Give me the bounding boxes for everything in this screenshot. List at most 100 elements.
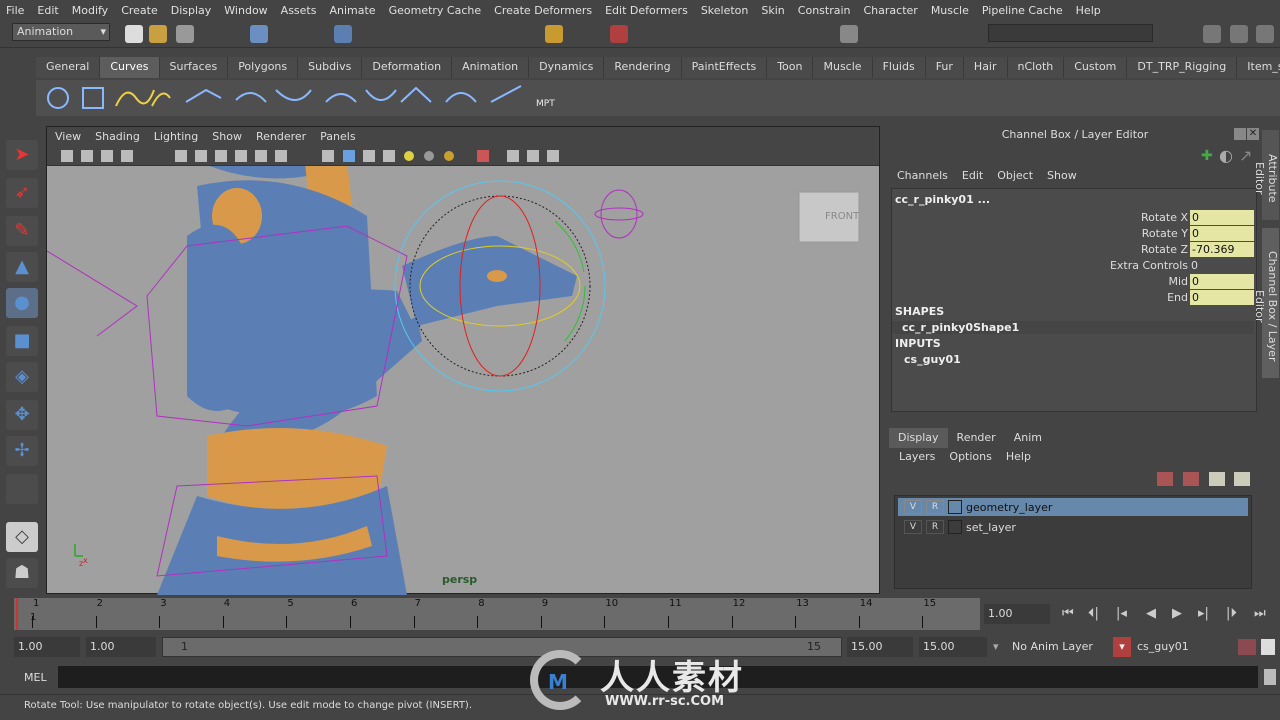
shelf-tab-hair[interactable]: Hair (963, 57, 1008, 78)
cb-menu-channels[interactable]: Channels (897, 169, 948, 182)
range-slider[interactable]: 1 15 (162, 637, 842, 657)
tab-channel-box-layer-editor[interactable]: Channel Box / Layer Editor (1253, 228, 1279, 378)
shelf-tab-fur[interactable]: Fur (925, 57, 964, 78)
menu-create-deformers[interactable]: Create Deformers (494, 4, 592, 17)
channel-value[interactable]: 0 (1190, 289, 1254, 305)
shelf-tab-dt-trp-rigging[interactable]: DT_TRP_Rigging (1127, 57, 1238, 78)
go-to-end-icon[interactable]: ⏭ (1254, 606, 1266, 621)
new-scene-icon[interactable] (125, 25, 143, 43)
viewport-menu-renderer[interactable]: Renderer (256, 130, 306, 143)
shelf-tab-fluids[interactable]: Fluids (872, 57, 926, 78)
shelf-tab-custom[interactable]: Custom (1064, 57, 1128, 78)
viewport-menu-panels[interactable]: Panels (320, 130, 355, 143)
snap-grid-icon[interactable] (334, 25, 352, 43)
cb-menu-object[interactable]: Object (997, 169, 1033, 182)
shape-node[interactable]: cc_r_pinky0Shape1 (892, 321, 1254, 334)
menu-geometry-cache[interactable]: Geometry Cache (389, 4, 482, 17)
current-time-field[interactable]: 1.00 (984, 604, 1050, 624)
time-slider[interactable]: 1 2 3 4 5 6 7 8 9 10 11 12 13 14 15 (14, 598, 980, 630)
reference-toggle[interactable]: R (926, 500, 944, 514)
perspective-viewport[interactable]: View Shading Lighting Show Renderer Pane… (46, 126, 881, 595)
shelf-tab-animation[interactable]: Animation (452, 57, 530, 78)
toggle-attribute-editor-icon[interactable] (1203, 25, 1221, 43)
show-manipulator-tool-icon[interactable]: ✢ (6, 436, 38, 466)
select-by-object-icon[interactable] (250, 25, 268, 43)
tab-anim[interactable]: Anim (1005, 428, 1051, 448)
tab-display[interactable]: Display (889, 428, 948, 448)
arrow-icon[interactable]: ↗ (1239, 146, 1252, 165)
layer-name[interactable]: geometry_layer (966, 501, 1052, 514)
menu-window[interactable]: Window (224, 4, 267, 17)
playback-start-field[interactable]: 1.00 (86, 637, 156, 657)
menu-muscle[interactable]: Muscle (931, 4, 969, 17)
move-layer-up-icon[interactable] (1157, 472, 1173, 486)
channel-rotate-x[interactable]: Rotate X0 (1141, 209, 1254, 225)
quick-search-input[interactable] (988, 24, 1153, 42)
anim-layer-dropdown-icon[interactable]: ▾ (993, 640, 999, 653)
paint-select-tool-icon[interactable]: ✎ (6, 216, 38, 246)
menu-edit-deformers[interactable]: Edit Deformers (605, 4, 688, 17)
float-panel-icon[interactable] (1234, 128, 1246, 140)
manipulator-tool-icon[interactable]: ◈ (6, 362, 38, 392)
shelf-tab-muscle[interactable]: Muscle (813, 57, 873, 78)
cb-menu-show[interactable]: Show (1047, 169, 1077, 182)
layer-name[interactable]: set_layer (966, 521, 1016, 534)
last-tool-icon[interactable] (6, 474, 38, 504)
viewport-toolbar-icons[interactable] (47, 146, 567, 166)
character-set-dropdown-icon[interactable]: ▾ (1113, 637, 1131, 657)
close-icon[interactable]: ✕ (1247, 128, 1259, 140)
menu-assets[interactable]: Assets (281, 4, 317, 17)
go-to-start-icon[interactable]: ⏮ (1062, 606, 1074, 621)
lock-icon[interactable] (545, 25, 563, 43)
curve-tool-icons[interactable] (36, 80, 596, 116)
shelf-tab-dynamics[interactable]: Dynamics (529, 57, 605, 78)
shelf-tab-general[interactable]: General (36, 57, 101, 78)
step-forward-key-icon[interactable]: ▸| (1198, 606, 1209, 621)
layers-menu-options[interactable]: Options (949, 450, 991, 463)
range-end-field[interactable]: 15.00 (919, 637, 987, 657)
viewport-menu-show[interactable]: Show (212, 130, 242, 143)
toggle-channel-box-icon[interactable] (1256, 25, 1274, 43)
input-node[interactable]: cs_guy01 (904, 353, 961, 366)
tab-attribute-editor[interactable]: Attribute Editor (1253, 130, 1279, 220)
menu-skin[interactable]: Skin (761, 4, 784, 17)
view-cube[interactable]: FRONT (825, 211, 859, 222)
visibility-toggle[interactable]: V (904, 520, 922, 534)
channel-rotate-y[interactable]: Rotate Y0 (1142, 225, 1254, 241)
reference-toggle[interactable]: R (926, 520, 944, 534)
select-tool-icon[interactable]: ➤ (6, 140, 38, 170)
viewport-menu-view[interactable]: View (55, 130, 81, 143)
menu-modify[interactable]: Modify (72, 4, 108, 17)
menu-display[interactable]: Display (171, 4, 212, 17)
shelf-tab-toon[interactable]: Toon (767, 57, 814, 78)
shelf-tab-ncloth[interactable]: nCloth (1007, 57, 1065, 78)
channel-extra-controls[interactable]: Extra Controls 0 (1110, 257, 1198, 273)
menu-file[interactable]: File (6, 4, 24, 17)
menu-edit[interactable]: Edit (37, 4, 58, 17)
layers-menu-layers[interactable]: Layers (899, 450, 935, 463)
channel-value[interactable]: -70.369 (1190, 241, 1254, 257)
menu-skeleton[interactable]: Skeleton (701, 4, 749, 17)
move-tool-icon[interactable]: ▲ (6, 252, 38, 282)
shelf-tab-deformation[interactable]: Deformation (362, 57, 453, 78)
scale-tool-icon[interactable]: ■ (6, 326, 38, 356)
step-forward-frame-icon[interactable]: |⏵ (1226, 606, 1237, 621)
channel-mid[interactable]: Mid 0 (1168, 273, 1254, 289)
manipulator-axis-icon[interactable]: ✚ (1201, 148, 1213, 164)
layer-geometry[interactable]: V R geometry_layer (898, 498, 1248, 516)
menu-help[interactable]: Help (1076, 4, 1101, 17)
anim-layer-field[interactable]: No Anim Layer (1008, 637, 1108, 657)
shelf-tab-curves[interactable]: Curves (100, 57, 160, 78)
scene-character[interactable]: zx (47, 166, 881, 595)
new-layer-selected-icon[interactable] (1234, 472, 1250, 486)
layer-color-swatch[interactable] (948, 500, 962, 514)
shading-toggle-icon[interactable]: ◐ (1219, 146, 1233, 165)
command-language-label[interactable]: MEL (24, 671, 47, 684)
save-scene-icon[interactable] (176, 25, 194, 43)
menu-constrain[interactable]: Constrain (798, 4, 851, 17)
viewport-menu-lighting[interactable]: Lighting (154, 130, 198, 143)
shelf-tab-rendering[interactable]: Rendering (604, 57, 682, 78)
tab-render[interactable]: Render (948, 428, 1005, 448)
open-scene-icon[interactable] (149, 25, 167, 43)
playback-end-field[interactable]: 15.00 (847, 637, 913, 657)
